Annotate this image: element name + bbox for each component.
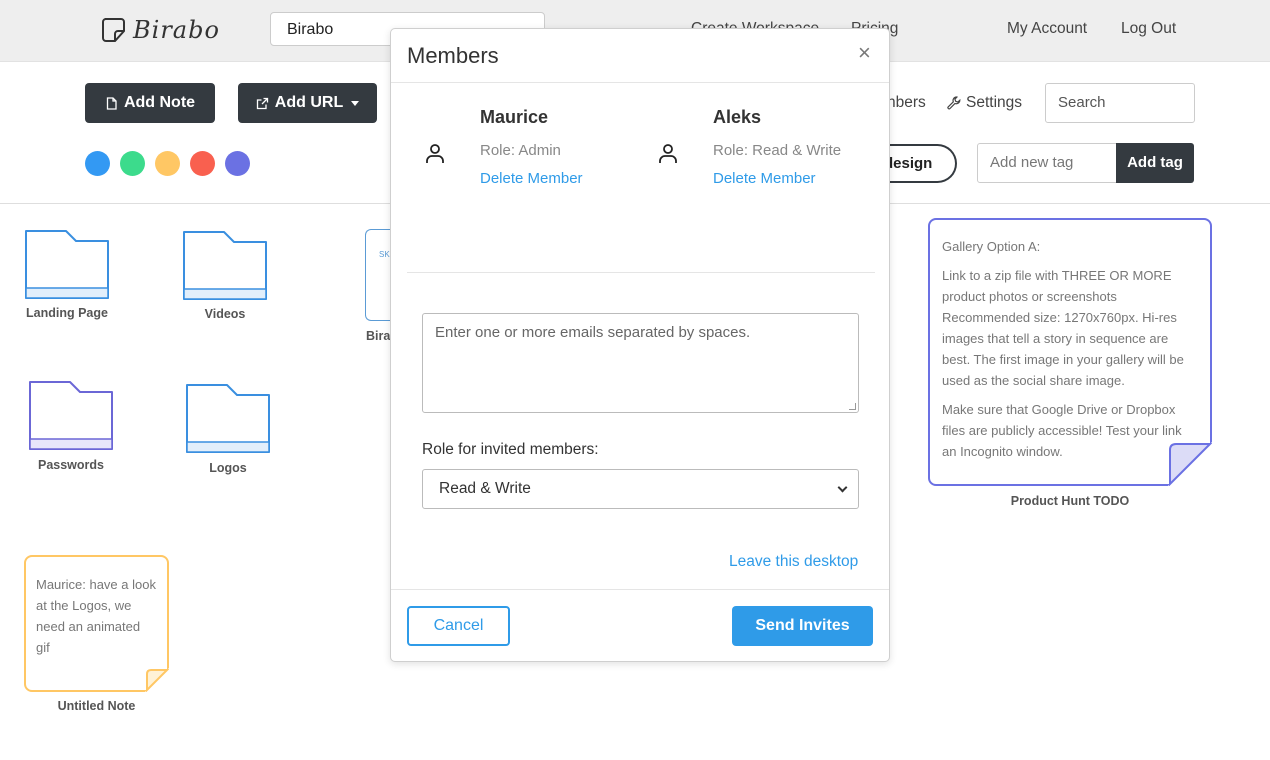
- role-select-value: Read & Write: [439, 480, 531, 497]
- emails-textarea[interactable]: Enter one or more emails separated by sp…: [422, 313, 859, 413]
- member-role: Role: Admin: [480, 142, 561, 159]
- add-url-button[interactable]: Add URL: [238, 83, 377, 123]
- add-tag-button[interactable]: Add tag: [1116, 143, 1194, 183]
- note-label: Untitled Note: [57, 699, 136, 713]
- members-divider: [407, 272, 875, 273]
- user-icon: [426, 144, 444, 163]
- note-text: Maurice: have a look at the Logos, we ne…: [36, 577, 156, 655]
- color-green-button[interactable]: [120, 151, 145, 176]
- folder-icon[interactable]: [185, 383, 272, 454]
- add-tag-input[interactable]: Add new tag: [977, 143, 1117, 183]
- logo[interactable]: Birabo: [101, 15, 220, 45]
- color-red-button[interactable]: [190, 151, 215, 176]
- modal-footer-divider: [391, 589, 889, 590]
- folder-label-landing-page: Landing Page: [26, 306, 108, 320]
- note-label: Product Hunt TODO: [1010, 494, 1130, 508]
- add-note-label: Add Note: [123, 94, 196, 111]
- search-placeholder: Search: [1058, 94, 1106, 111]
- caret-down-icon: [351, 100, 360, 106]
- folder-label-videos: Videos: [204, 307, 246, 321]
- external-link-icon: [256, 97, 268, 109]
- note-fold-corner: [1168, 442, 1212, 486]
- cancel-button[interactable]: Cancel: [407, 606, 510, 646]
- user-icon: [659, 144, 677, 163]
- logo-text: Birabo: [133, 16, 220, 44]
- resize-handle[interactable]: [849, 403, 856, 410]
- note-fold-corner: [145, 668, 169, 692]
- search-input[interactable]: Search: [1045, 83, 1195, 123]
- folder-label-logos: Logos: [209, 461, 247, 475]
- nav-my-account[interactable]: My Account: [1007, 20, 1087, 38]
- document-label: Bira: [366, 329, 391, 343]
- design-label: design: [884, 155, 933, 172]
- workspace-select-value: Birabo: [287, 21, 334, 38]
- role-label: Role for invited members:: [422, 441, 599, 458]
- settings-link[interactable]: Settings: [947, 94, 1022, 112]
- nav-log-out[interactable]: Log Out: [1121, 20, 1176, 38]
- folder-icon[interactable]: [28, 380, 115, 451]
- member-name: Aleks: [713, 107, 762, 127]
- delete-member-link[interactable]: Delete Member: [713, 170, 816, 187]
- color-purple-button[interactable]: [225, 151, 250, 176]
- members-link[interactable]: nbers: [887, 94, 926, 112]
- note-card[interactable]: Gallery Option A: Link to a zip file wit…: [928, 218, 1212, 486]
- tag-placeholder: Add new tag: [990, 154, 1074, 171]
- note-text: Link to a zip file with THREE OR MORE pr…: [942, 268, 1184, 388]
- send-invites-button[interactable]: Send Invites: [732, 606, 873, 646]
- leave-desktop-link[interactable]: Leave this desktop: [729, 553, 858, 571]
- folder-icon[interactable]: [182, 230, 269, 301]
- member-name: Maurice: [480, 107, 549, 127]
- note-text: Gallery Option A:: [942, 239, 1041, 254]
- color-yellow-button[interactable]: [155, 151, 180, 176]
- chevron-down-icon: [837, 482, 848, 493]
- emails-placeholder: Enter one or more emails separated by sp…: [435, 324, 751, 341]
- folder-icon[interactable]: [24, 229, 111, 300]
- member-role: Role: Read & Write: [713, 142, 842, 159]
- delete-member-link[interactable]: Delete Member: [480, 170, 583, 187]
- document-thumb-text: SK: [379, 250, 390, 259]
- modal-title: Members: [407, 43, 499, 68]
- role-select[interactable]: Read & Write: [422, 469, 859, 509]
- file-icon: [106, 96, 117, 110]
- members-modal: Members × Maurice Role: Admin Delete Mem…: [390, 28, 890, 662]
- color-blue-button[interactable]: [85, 151, 110, 176]
- add-url-label: Add URL: [274, 94, 344, 111]
- wrench-icon: [947, 96, 961, 110]
- add-note-button[interactable]: Add Note: [85, 83, 215, 123]
- note-text: Make sure that Google Drive or Dropbox f…: [942, 402, 1182, 459]
- settings-label: Settings: [966, 94, 1023, 111]
- close-icon[interactable]: ×: [858, 40, 871, 66]
- note-logo-icon: [102, 18, 125, 42]
- folder-label-passwords: Passwords: [37, 458, 104, 472]
- note-card[interactable]: Maurice: have a look at the Logos, we ne…: [24, 555, 169, 692]
- modal-header-divider: [391, 82, 889, 83]
